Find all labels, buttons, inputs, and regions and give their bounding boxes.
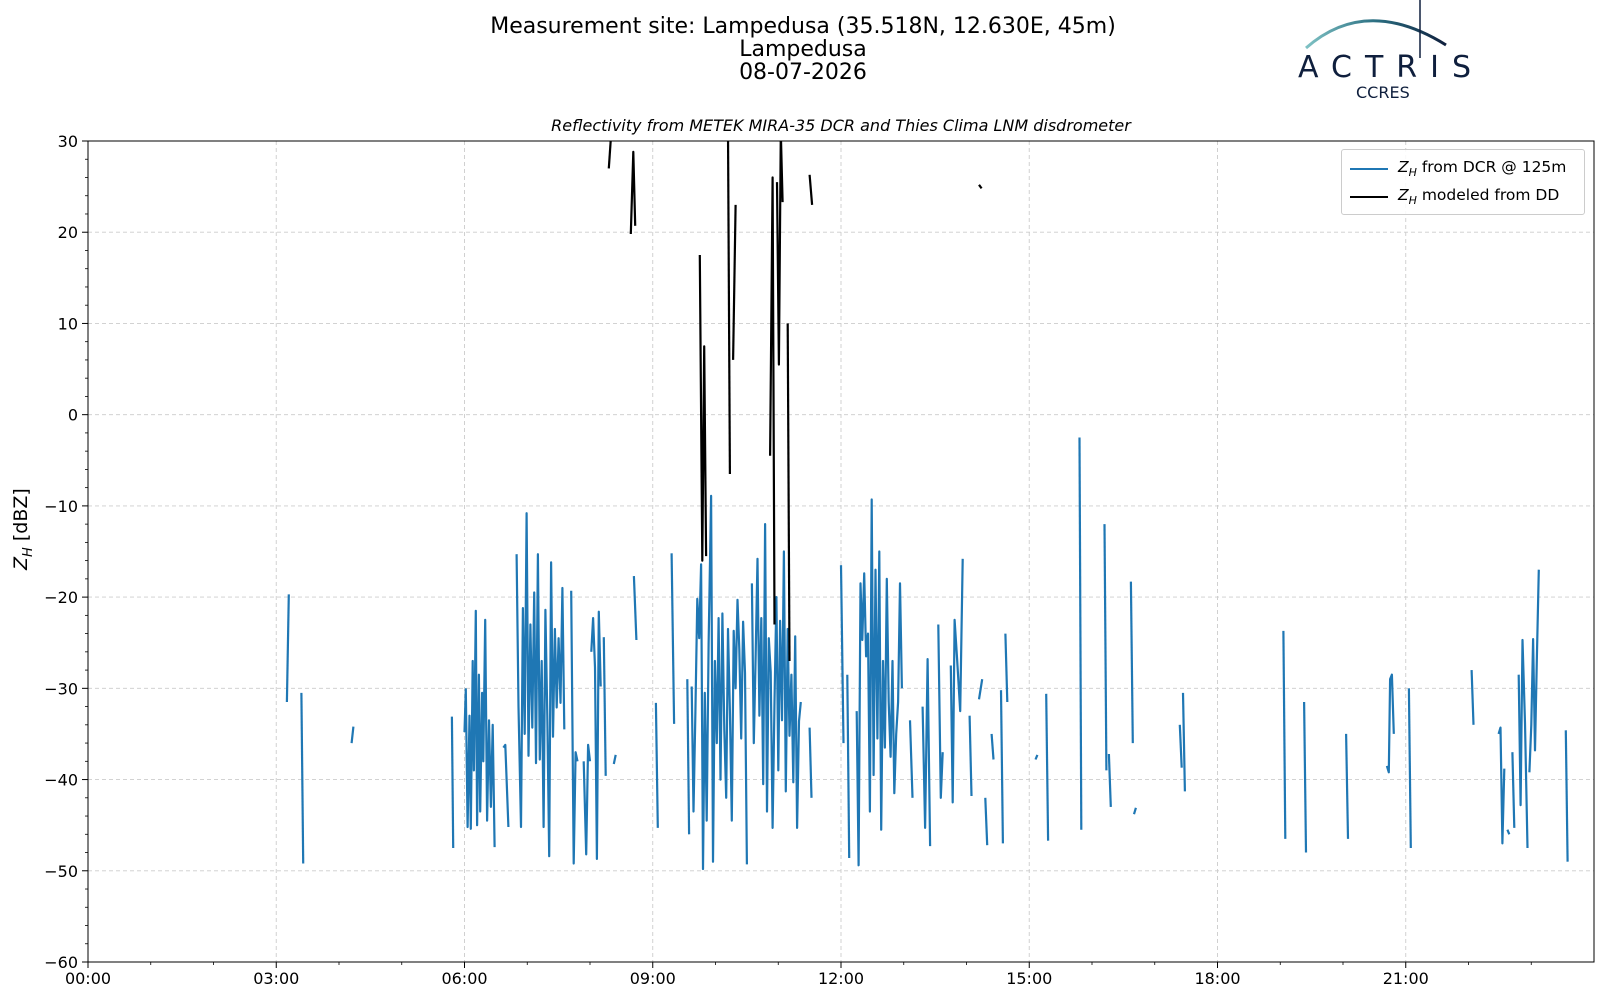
dd-series-line xyxy=(607,141,612,169)
x-tick-label: 15:00 xyxy=(1006,969,1052,988)
dcr-series-line xyxy=(463,609,496,848)
x-tick-label: 06:00 xyxy=(441,969,487,988)
dcr-series-line xyxy=(1103,524,1108,771)
dcr-series-line xyxy=(921,657,932,847)
dcr-series-line xyxy=(602,637,607,776)
y-tick-label: −20 xyxy=(44,588,78,607)
dd-series-line xyxy=(698,254,708,562)
dcr-series-line xyxy=(1511,752,1516,828)
dcr-series-line xyxy=(632,576,638,641)
dcr-series-line xyxy=(1303,701,1308,853)
dcr-series-line xyxy=(1178,724,1183,768)
dd-series-line xyxy=(769,176,776,625)
y-tick-label: −60 xyxy=(44,953,78,972)
y-tick-label: 30 xyxy=(58,132,78,151)
y-tick-label: −50 xyxy=(44,862,78,881)
y-tick-label: 20 xyxy=(58,223,78,242)
dcr-series-line xyxy=(686,679,691,835)
legend-swatch-dd xyxy=(1350,196,1388,198)
legend-swatch-dcr xyxy=(1350,168,1388,170)
dcr-series-line xyxy=(1107,753,1112,807)
legend-item-dd: ZH modeled from DD xyxy=(1350,186,1559,208)
dcr-series-line xyxy=(1282,630,1287,839)
dcr-series-line xyxy=(846,674,851,859)
dcr-series-line xyxy=(977,679,984,700)
dcr-series-line xyxy=(999,690,1004,844)
dcr-series-line xyxy=(1078,437,1083,830)
y-axis-label: ZH [dBZ] xyxy=(10,488,36,570)
dcr-series-line xyxy=(1385,673,1395,774)
dcr-series-line xyxy=(1345,733,1350,839)
dcr-series-line xyxy=(750,522,802,830)
dcr-series-line xyxy=(450,716,455,849)
dcr-series-line xyxy=(1045,693,1050,841)
dcr-series-line xyxy=(968,715,973,797)
dcr-series-line xyxy=(285,594,290,703)
dd-series-line xyxy=(978,184,983,190)
dcr-series-line xyxy=(1004,633,1009,703)
dcr-series-line xyxy=(1528,569,1540,773)
dcr-series-line xyxy=(1129,581,1134,744)
y-tick-label: −40 xyxy=(44,771,78,790)
y-tick-label: 0 xyxy=(68,406,78,425)
x-tick-label: 18:00 xyxy=(1194,969,1240,988)
y-tick-label: −30 xyxy=(44,679,78,698)
dcr-series-line xyxy=(937,624,944,799)
y-tick-label: 10 xyxy=(58,314,78,333)
dcr-series-line xyxy=(1034,754,1039,760)
dcr-series-line xyxy=(1506,829,1511,835)
dcr-series-line xyxy=(570,590,579,865)
plot-frame xyxy=(87,140,1595,963)
dcr-series-line xyxy=(990,733,995,760)
dcr-series-line xyxy=(590,610,602,861)
dcr-series-line xyxy=(350,726,355,744)
x-tick-label: 21:00 xyxy=(1383,969,1429,988)
dd-series-line xyxy=(786,323,791,662)
legend-item-dcr: ZH from DCR @ 125m xyxy=(1350,158,1566,180)
dcr-series-line xyxy=(690,494,748,871)
dd-series-line xyxy=(732,204,737,360)
dcr-series-line xyxy=(582,743,592,856)
x-tick-label: 03:00 xyxy=(253,969,299,988)
dcr-series-line xyxy=(1181,692,1186,792)
dcr-series-line xyxy=(1564,730,1569,862)
dcr-series-line xyxy=(1132,807,1137,815)
legend-label-dd: ZH modeled from DD xyxy=(1398,186,1560,208)
dcr-series-line xyxy=(515,512,566,858)
dd-series-line xyxy=(808,174,814,205)
chart-legend: ZH from DCR @ 125m ZH modeled from DD xyxy=(1341,149,1585,215)
dcr-series-line xyxy=(808,727,813,798)
dcr-series-line xyxy=(855,498,903,867)
dcr-series-line xyxy=(670,553,676,724)
legend-label-dcr: ZH from DCR @ 125m xyxy=(1398,158,1567,180)
x-tick-label: 12:00 xyxy=(818,969,864,988)
x-tick-label: 09:00 xyxy=(630,969,676,988)
dcr-series-line xyxy=(654,702,659,828)
dcr-series-line xyxy=(908,720,914,798)
dd-series-line xyxy=(629,150,637,235)
dcr-series-line xyxy=(1497,726,1506,845)
dcr-series-line xyxy=(984,797,989,846)
dd-series-line xyxy=(775,141,784,366)
dcr-series-line xyxy=(949,558,964,804)
dd-series-line xyxy=(726,141,732,475)
dcr-series-line xyxy=(1407,688,1412,849)
dcr-series-line xyxy=(1517,638,1529,849)
dcr-series-line xyxy=(502,743,510,828)
dcr-series-line xyxy=(300,692,305,864)
y-tick-label: −10 xyxy=(44,497,78,516)
dcr-series-line xyxy=(1470,670,1475,725)
dcr-series-line xyxy=(612,754,617,765)
